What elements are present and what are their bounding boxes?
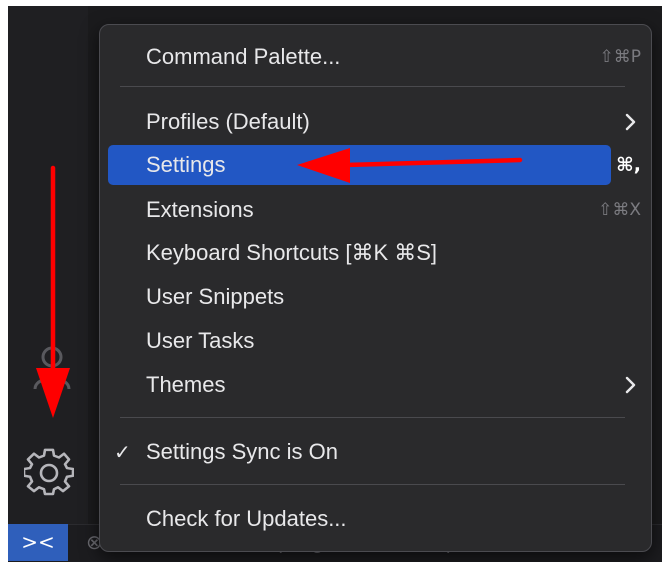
- menu-item-extensions[interactable]: Extensions ⇧⌘X: [108, 190, 641, 230]
- activity-bar: [8, 6, 88, 524]
- menu-item-shortcut: ⇧⌘P: [599, 47, 642, 67]
- menu-item-label: User Tasks: [146, 328, 255, 353]
- menu-separator: [120, 417, 625, 418]
- menu-item-label: Keyboard Shortcuts [⌘K ⌘S]: [146, 240, 438, 265]
- menu-item-themes[interactable]: Themes: [108, 365, 636, 405]
- menu-item-label: Settings: [146, 152, 226, 177]
- chevron-right-icon: [625, 376, 636, 394]
- menu-item-label: User Snippets: [146, 284, 285, 309]
- menu-item-user-snippets[interactable]: User Snippets: [108, 277, 611, 317]
- menu-item-label: Check for Updates...: [146, 506, 347, 531]
- remote-icon[interactable]: ><: [8, 524, 68, 561]
- account-icon[interactable]: [32, 345, 72, 390]
- menu-item-keyboard-shortcuts[interactable]: Keyboard Shortcuts [⌘K ⌘S]: [108, 233, 611, 273]
- menu-separator: [120, 484, 625, 485]
- menu-item-label: Extensions: [146, 197, 254, 222]
- menu-separator: [120, 86, 625, 87]
- menu-item-label: Themes: [146, 372, 226, 397]
- menu-item-settings-sync[interactable]: ✓ Settings Sync is On: [108, 432, 611, 472]
- menu-item-shortcut: ⌘,: [616, 154, 641, 176]
- menu-item-check-for-updates[interactable]: Check for Updates...: [108, 499, 611, 539]
- menu-item-user-tasks[interactable]: User Tasks: [108, 321, 611, 361]
- checkmark-icon: ✓: [114, 440, 131, 464]
- menu-item-label: Command Palette...: [146, 44, 341, 69]
- menu-item-label: Profiles (Default): [146, 109, 310, 134]
- menu-item-profiles[interactable]: Profiles (Default): [108, 102, 636, 142]
- menu-item-command-palette[interactable]: Command Palette... ⇧⌘P: [108, 37, 641, 77]
- gear-icon[interactable]: [24, 448, 74, 498]
- chevron-right-icon: [625, 113, 636, 131]
- menu-item-shortcut: ⇧⌘X: [598, 200, 641, 220]
- menu-item-label: Settings Sync is On: [146, 439, 338, 464]
- menu-item-settings[interactable]: Settings ⌘,: [108, 145, 641, 185]
- manage-menu: Command Palette... ⇧⌘P Profiles (Default…: [99, 24, 652, 552]
